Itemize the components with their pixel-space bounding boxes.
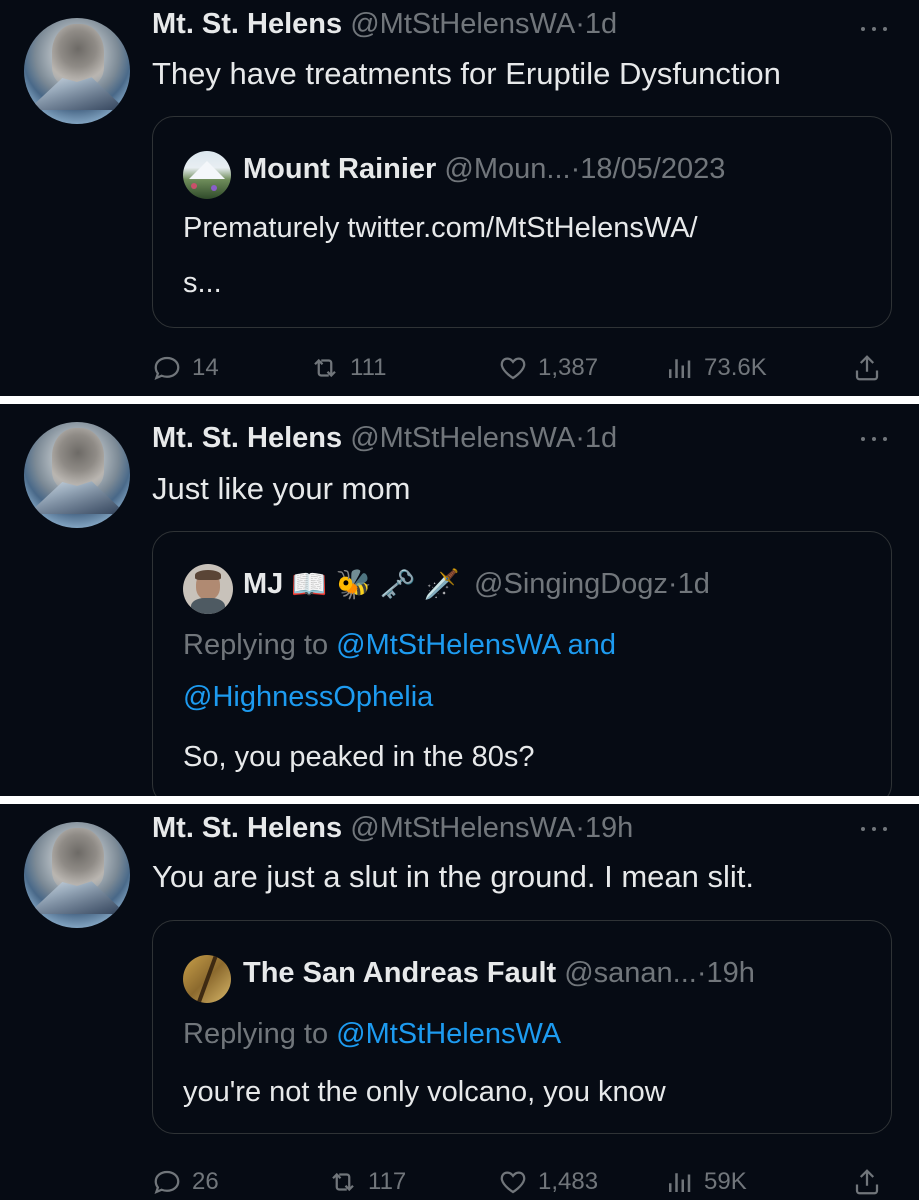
and-link[interactable]: and bbox=[568, 629, 616, 661]
share-icon bbox=[855, 355, 879, 381]
like-count: 1,483 bbox=[538, 1168, 599, 1195]
views-icon bbox=[669, 359, 691, 378]
tweet-text: They have treatments for Eruptile Dysfun… bbox=[152, 56, 781, 91]
retweet-icon bbox=[332, 1172, 354, 1192]
replying-to-label: Replying to bbox=[183, 1018, 329, 1050]
tweet-1[interactable]: Mt. St. Helens @MtStHelensWA·1d They hav… bbox=[0, 0, 919, 396]
author-handle[interactable]: @MtStHelensWA bbox=[350, 812, 575, 844]
mention-link[interactable]: @HighnessOphelia bbox=[183, 681, 433, 713]
view-count: 73.6K bbox=[704, 354, 767, 381]
quote-author-handle[interactable]: @SingingDogz bbox=[474, 568, 668, 600]
quote-header: The San Andreas Fault @sanan...·19h bbox=[243, 955, 755, 991]
author-name[interactable]: Mt. St. Helens bbox=[152, 8, 342, 40]
author-handle[interactable]: @MtStHelensWA bbox=[350, 8, 575, 40]
avatar[interactable] bbox=[24, 18, 130, 124]
time-separator: · bbox=[667, 568, 678, 600]
quote-time[interactable]: 19h bbox=[707, 957, 755, 989]
mention-link[interactable]: @MtStHelensWA bbox=[336, 1018, 561, 1050]
like-button[interactable]: 1,483 bbox=[498, 1162, 598, 1200]
quote-avatar[interactable] bbox=[183, 151, 231, 199]
quote-text: you're not the only volcano, you know bbox=[183, 1076, 666, 1108]
quote-header: MJ 📖 🐝 🗝️ 🗡️ @SingingDogz·1d bbox=[243, 566, 710, 602]
quote-avatar[interactable] bbox=[183, 955, 231, 1003]
quote-text: So, you peaked in the 80s? bbox=[183, 741, 535, 773]
quote-author-name[interactable]: Mount Rainier bbox=[243, 153, 436, 185]
views-button[interactable]: 73.6K bbox=[664, 348, 767, 388]
quote-time[interactable]: 1d bbox=[678, 568, 710, 600]
author-name[interactable]: Mt. St. Helens bbox=[152, 812, 342, 844]
time-separator: · bbox=[575, 812, 585, 844]
reply-icon bbox=[154, 356, 180, 381]
more-options-icon[interactable] bbox=[861, 24, 891, 34]
views-button[interactable]: 59K bbox=[664, 1162, 747, 1200]
avatar[interactable] bbox=[24, 822, 130, 928]
retweet-button[interactable]: 117 bbox=[328, 1162, 406, 1200]
reply-button[interactable]: 26 bbox=[152, 1162, 219, 1200]
quote-avatar[interactable] bbox=[183, 564, 233, 614]
replying-to-label: Replying to bbox=[183, 629, 329, 661]
share-button[interactable] bbox=[852, 1162, 882, 1200]
quote-text-line1: Prematurely twitter.com/MtStHelensWA/ bbox=[183, 212, 698, 244]
share-button[interactable] bbox=[852, 348, 882, 388]
time-separator: · bbox=[575, 422, 585, 454]
view-count: 59K bbox=[704, 1168, 747, 1195]
tweet-actions: 14 111 1,387 73.6K bbox=[152, 348, 892, 388]
time-separator: · bbox=[575, 8, 585, 40]
quote-author-handle[interactable]: @sanan... bbox=[564, 957, 697, 989]
reply-count: 14 bbox=[192, 354, 219, 381]
quoted-tweet[interactable]: Mount Rainier @Moun...·18/05/2023 Premat… bbox=[152, 116, 892, 328]
replying-line-1: Replying to @MtStHelensWA and bbox=[183, 622, 616, 668]
reply-button[interactable]: 14 bbox=[152, 348, 219, 388]
more-options-icon[interactable] bbox=[861, 824, 891, 834]
time-separator: · bbox=[570, 153, 581, 185]
quoted-tweet[interactable]: MJ 📖 🐝 🗝️ 🗡️ @SingingDogz·1d Replying to… bbox=[152, 531, 892, 796]
mention-link[interactable]: @MtStHelensWA bbox=[336, 629, 559, 661]
like-count: 1,387 bbox=[538, 354, 599, 381]
tweet-text: Just like your mom bbox=[152, 471, 411, 506]
heart-icon bbox=[500, 357, 526, 380]
like-button[interactable]: 1,387 bbox=[498, 348, 598, 388]
retweet-count: 117 bbox=[368, 1168, 407, 1195]
share-icon bbox=[855, 1169, 879, 1195]
views-icon bbox=[669, 1173, 691, 1192]
replying-line-2: @HighnessOphelia bbox=[183, 674, 433, 720]
tweet-time[interactable]: 1d bbox=[585, 8, 617, 40]
quote-header: Mount Rainier @Moun...·18/05/2023 bbox=[243, 151, 725, 187]
author-name[interactable]: Mt. St. Helens bbox=[152, 422, 342, 454]
quote-author-handle[interactable]: @Moun... bbox=[444, 153, 570, 185]
quote-author-name[interactable]: The San Andreas Fault bbox=[243, 957, 556, 989]
tweet-time[interactable]: 1d bbox=[585, 422, 617, 454]
tweet-text: You are just a slut in the ground. I mea… bbox=[152, 859, 754, 894]
tweet-2[interactable]: Mt. St. Helens @MtStHelensWA·1d Just lik… bbox=[0, 404, 919, 796]
reply-icon bbox=[154, 1170, 180, 1195]
tweet-3[interactable]: Mt. St. Helens @MtStHelensWA·19h You are… bbox=[0, 804, 919, 1200]
tweet-header: Mt. St. Helens @MtStHelensWA·19h bbox=[152, 810, 633, 846]
quote-time[interactable]: 18/05/2023 bbox=[580, 153, 725, 185]
reply-count: 26 bbox=[192, 1168, 219, 1195]
retweet-button[interactable]: 111 bbox=[310, 348, 386, 388]
avatar[interactable] bbox=[24, 422, 130, 528]
tweet-header: Mt. St. Helens @MtStHelensWA·1d bbox=[152, 420, 617, 456]
heart-icon bbox=[500, 1171, 526, 1194]
quote-author-emojis: 📖 🐝 🗝️ 🗡️ bbox=[291, 569, 460, 602]
tweet-header: Mt. St. Helens @MtStHelensWA·1d bbox=[152, 6, 617, 42]
tweet-time[interactable]: 19h bbox=[585, 812, 633, 844]
retweet-icon bbox=[314, 358, 336, 378]
retweet-count: 111 bbox=[350, 354, 387, 381]
replying-line: Replying to @MtStHelensWA bbox=[183, 1011, 561, 1057]
quote-author-name[interactable]: MJ bbox=[243, 568, 283, 600]
quoted-tweet[interactable]: The San Andreas Fault @sanan...·19h Repl… bbox=[152, 920, 892, 1134]
more-options-icon[interactable] bbox=[861, 434, 891, 444]
time-separator: · bbox=[696, 957, 707, 989]
author-handle[interactable]: @MtStHelensWA bbox=[350, 422, 575, 454]
tweet-actions: 26 117 1,483 59K bbox=[152, 1162, 892, 1200]
quote-text-line2: s... bbox=[183, 267, 222, 299]
